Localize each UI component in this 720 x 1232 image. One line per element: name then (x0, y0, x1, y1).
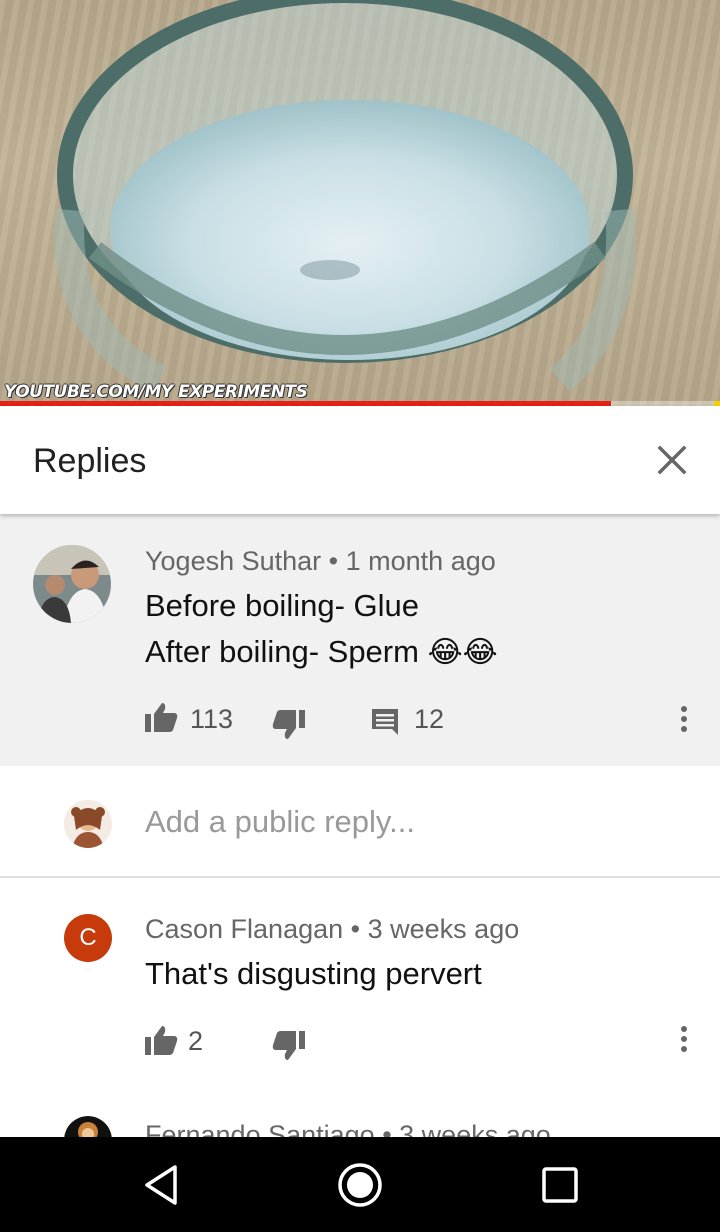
meta-separator: • (350, 914, 361, 944)
comment-author[interactable]: Cason Flanagan (145, 914, 343, 944)
comment-time: 3 weeks ago (399, 1120, 551, 1137)
comment-text-line-1: Before boiling- Glue (145, 588, 419, 623)
reply-count: 12 (414, 704, 445, 734)
more-vert-icon (681, 706, 687, 732)
user-avatar-image (64, 800, 112, 848)
comment-time: 3 weeks ago (367, 914, 520, 944)
avatar-photo-image (33, 545, 111, 623)
home-button[interactable] (332, 1159, 388, 1211)
system-navigation-bar (0, 1137, 720, 1232)
avatar[interactable] (33, 545, 111, 623)
like-count: 2 (188, 1026, 204, 1056)
avatar[interactable] (64, 1116, 112, 1137)
more-options-button[interactable] (672, 700, 696, 740)
comment-author[interactable]: Yogesh Suthar (145, 546, 321, 576)
more-vert-icon (681, 1026, 687, 1052)
thumbs-up-icon[interactable] (144, 1024, 178, 1056)
close-button[interactable] (648, 436, 696, 484)
comment-time: 1 month ago (345, 546, 496, 576)
page-title: Replies (33, 442, 147, 480)
avatar (64, 800, 112, 848)
video-frame (54, 0, 637, 394)
add-reply-row (0, 766, 720, 878)
reply-comment-icon[interactable] (370, 707, 400, 737)
parent-comment: Yogesh Suthar • 1 month ago Before boili… (0, 514, 720, 766)
comment-meta: Yogesh Suthar • 1 month ago (145, 546, 496, 577)
comment-text-line-2: After boiling- Sperm 😂😂 (145, 634, 498, 670)
laughing-emoji: 😂😂 (427, 635, 498, 670)
comment-meta: Fernando Santiago • 3 weeks ago (145, 1120, 551, 1137)
thumbs-down-icon[interactable] (272, 709, 306, 741)
comment-author[interactable]: Fernando Santiago (145, 1120, 375, 1137)
add-reply-input[interactable] (145, 802, 685, 842)
close-icon (657, 445, 687, 475)
back-icon (145, 1165, 177, 1205)
back-button[interactable] (134, 1159, 190, 1211)
replies-header: Replies (0, 406, 720, 514)
video-watermark: YOUTUBE.COM/MY EXPERIMENTS (4, 382, 308, 402)
comment-text: That's disgusting pervert (145, 956, 482, 991)
meta-separator: • (328, 546, 339, 576)
like-count: 113 (190, 704, 234, 734)
thumbs-up-icon[interactable] (144, 701, 178, 733)
monkey-avatar-image (64, 1116, 112, 1137)
avatar[interactable]: C (64, 914, 112, 962)
meta-separator: • (382, 1120, 392, 1137)
home-icon (338, 1163, 382, 1207)
list-item: Fernando Santiago • 3 weeks ago (0, 1080, 720, 1137)
thumbs-down-icon[interactable] (272, 1030, 306, 1062)
recents-button[interactable] (532, 1159, 588, 1211)
more-options-button[interactable] (672, 1020, 696, 1060)
comment-text: After boiling- Sperm (145, 634, 419, 669)
video-player[interactable]: YOUTUBE.COM/MY EXPERIMENTS (0, 0, 720, 406)
recents-icon (542, 1167, 578, 1203)
comment-meta: Cason Flanagan • 3 weeks ago (145, 914, 519, 945)
list-item: C Cason Flanagan • 3 weeks ago That's di… (0, 880, 720, 1080)
